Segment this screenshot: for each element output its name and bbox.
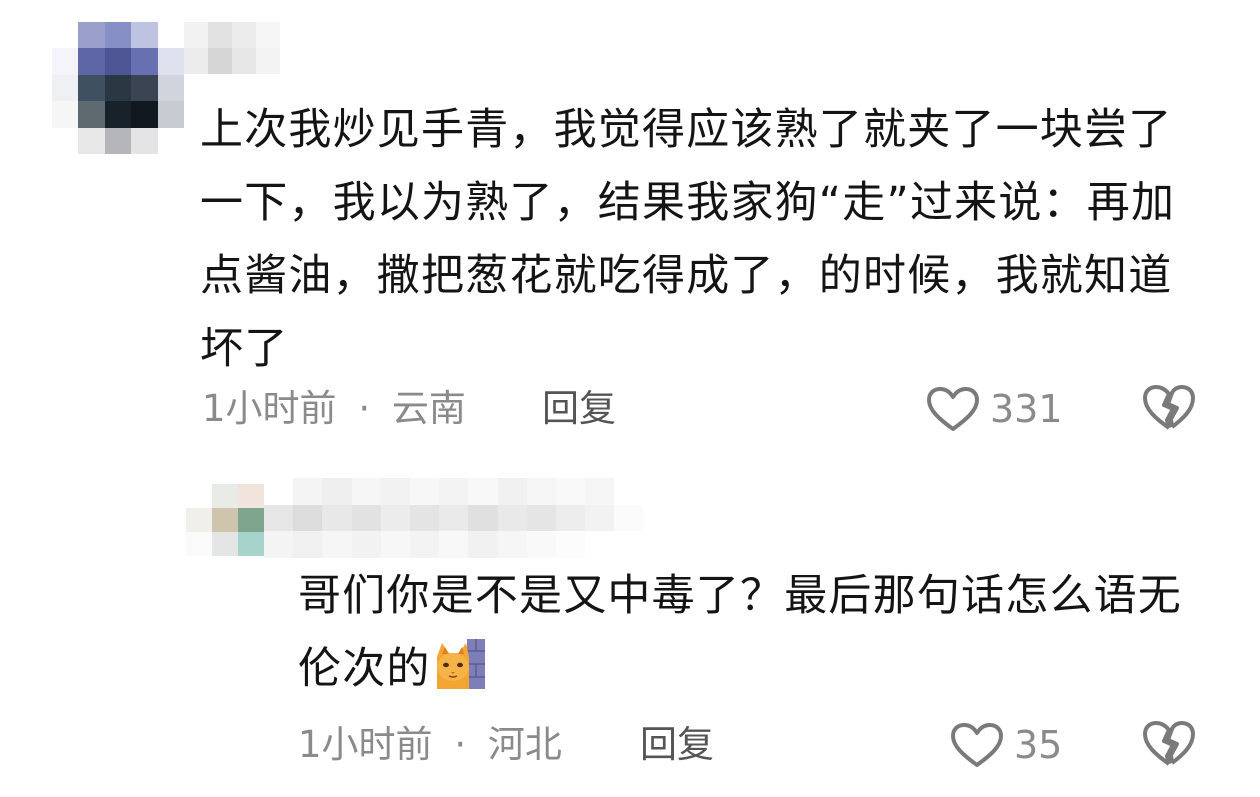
heart-outline-icon	[926, 386, 980, 432]
timestamp: 1小时前	[202, 387, 337, 430]
reply-username-blurred[interactable]	[264, 478, 644, 558]
location: 河北	[487, 723, 562, 766]
reply-text-content: 哥们你是不是又中毒了？最后那句话怎么语无伦次的	[298, 571, 1182, 694]
comment-meta: 1小时前 · 云南	[202, 384, 466, 434]
username-blurred[interactable]	[184, 22, 304, 74]
reply-button[interactable]: 回复	[542, 384, 616, 434]
location: 云南	[391, 387, 466, 430]
timestamp: 1小时前	[298, 723, 433, 766]
reply-avatar[interactable]	[186, 484, 264, 556]
like-count: 331	[990, 387, 1063, 431]
like-button[interactable]: 331	[926, 384, 1063, 434]
avatar[interactable]	[52, 22, 184, 154]
cat-peeking-emoji	[433, 637, 487, 691]
broken-heart-icon[interactable]	[1142, 384, 1196, 432]
reply-text: 哥们你是不是又中毒了？最后那句话怎么语无伦次的	[298, 560, 1210, 706]
comment-text: 上次我炒见手青，我觉得应该熟了就夹了一块尝了一下，我以为熟了，结果我家狗“走”过…	[200, 105, 1176, 374]
like-button[interactable]: 35	[950, 720, 1062, 770]
comment-thread: 上次我炒见手青，我觉得应该熟了就夹了一块尝了一下，我以为熟了，结果我家狗“走”过…	[0, 0, 1260, 797]
reply-button[interactable]: 回复	[640, 720, 714, 770]
like-count: 35	[1014, 723, 1063, 767]
heart-outline-icon	[950, 722, 1004, 768]
broken-heart-icon[interactable]	[1142, 720, 1196, 768]
separator-dot: ·	[358, 387, 371, 430]
separator-dot: ·	[454, 723, 467, 766]
reply-meta: 1小时前 · 河北	[298, 720, 562, 770]
